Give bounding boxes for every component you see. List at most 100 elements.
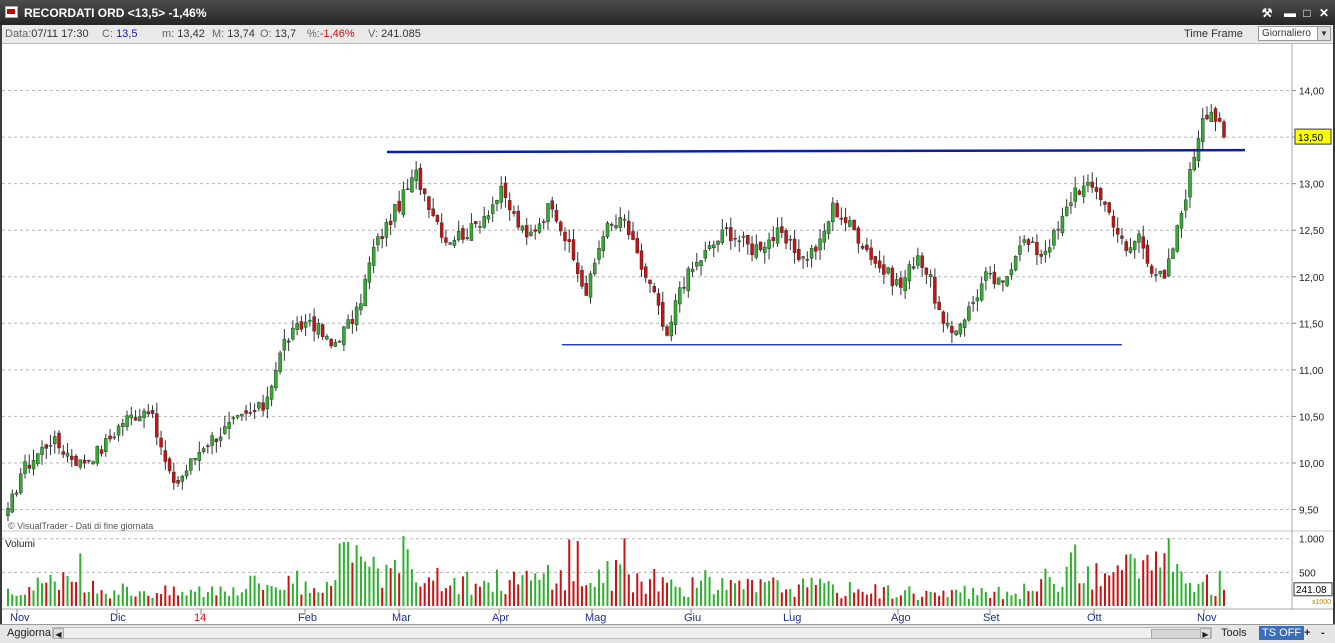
candle-body: [580, 269, 584, 287]
volume-bar: [15, 595, 18, 606]
volume-tick-label: 500: [1299, 568, 1316, 579]
zoom-out-button[interactable]: -: [1318, 626, 1328, 640]
candle-body: [767, 239, 771, 249]
volume-bar: [1159, 567, 1162, 606]
volume-bar: [1069, 552, 1072, 606]
volume-bar: [372, 556, 375, 606]
refresh-button[interactable]: Aggiorna: [4, 626, 54, 640]
volume-bar: [45, 582, 48, 606]
volume-bar: [1218, 570, 1221, 606]
candle-body: [1132, 241, 1137, 250]
title-bar: RECORDATI ORD <13,5> -1,46% ⚒ ▬ □ ✕: [0, 0, 1335, 25]
time-tick-label: 14: [194, 612, 206, 624]
candle-body: [775, 227, 780, 244]
candle-body: [644, 266, 648, 278]
volume-bar: [984, 591, 987, 606]
volume-bar: [848, 582, 851, 606]
candle-body: [546, 203, 550, 223]
volume-bar: [882, 587, 885, 606]
volume-bar: [827, 580, 830, 606]
scroll-right-icon[interactable]: ▶: [1200, 628, 1211, 639]
volume-bar: [980, 588, 983, 606]
volume-bar: [1214, 595, 1217, 606]
volume-bar: [164, 585, 167, 606]
volume-bar: [700, 580, 703, 606]
candle-body: [622, 218, 627, 221]
candle-body: [1128, 247, 1133, 253]
time-tick-label: Dic: [110, 612, 126, 624]
candle-body: [686, 268, 691, 291]
candle-body: [882, 264, 886, 275]
volume-bar: [79, 553, 82, 606]
time-tick-label: Giu: [684, 612, 701, 624]
candle-body: [427, 196, 431, 210]
volume-bar: [1103, 573, 1106, 606]
time-frame-select[interactable]: Giornaliero ▼: [1258, 26, 1331, 41]
scroll-thumb[interactable]: [1151, 629, 1203, 639]
tools-icon[interactable]: ⚒: [1260, 6, 1274, 20]
candle-body: [486, 215, 491, 220]
tools-button[interactable]: Tools: [1218, 626, 1250, 640]
chart-area[interactable]: 14,00 13,50 13,00 12,50 12,00 11,50 11,00 10,50…: [2, 44, 1333, 625]
volume-bar: [338, 543, 341, 606]
volume-bar: [772, 577, 775, 606]
candle-body: [495, 200, 499, 204]
candle-body: [843, 217, 848, 224]
volume-bar: [925, 590, 928, 606]
volume-bar: [878, 598, 881, 606]
price-volume-chart[interactable]: 14,00 13,50 13,00 12,50 12,00 11,50 11,00 10,50…: [2, 44, 1333, 625]
volume-bar: [712, 594, 715, 606]
volume-bar: [1129, 553, 1132, 606]
candle-body: [558, 221, 563, 232]
volume-bar: [342, 542, 345, 606]
scroll-left-icon[interactable]: ◀: [53, 628, 64, 639]
candle-body: [1200, 118, 1205, 143]
zoom-in-button[interactable]: +: [1301, 626, 1313, 640]
volume-bar: [780, 592, 783, 606]
candle-body: [648, 279, 652, 285]
volume-bar: [58, 589, 61, 606]
horizontal-scrollbar[interactable]: ◀ ▶: [52, 627, 1212, 639]
percent-field: %:-1,46%: [307, 28, 355, 40]
candle-body: [673, 300, 678, 325]
volume-bar: [66, 575, 69, 606]
minimize-icon[interactable]: ▬: [1283, 6, 1297, 20]
volume-bar: [538, 579, 541, 606]
volume-bar: [1120, 570, 1123, 606]
volume-bar: [402, 536, 405, 606]
volume-bar: [487, 582, 490, 606]
volume-bar: [576, 540, 579, 606]
candle-body: [924, 267, 929, 275]
volume-bar: [113, 590, 116, 606]
volume-bar: [874, 584, 877, 606]
chevron-down-icon[interactable]: ▼: [1317, 27, 1330, 40]
volume-bar: [53, 581, 56, 606]
volume-bar: [797, 584, 800, 606]
volume-bar: [270, 585, 273, 606]
time-tick-label: Lug: [783, 612, 801, 624]
candle-body: [516, 210, 520, 228]
candle-body: [618, 217, 623, 228]
candle-body: [31, 460, 36, 470]
volume-bar: [444, 588, 447, 606]
volume-bar: [287, 575, 290, 606]
candle-body: [873, 256, 878, 264]
volume-bar: [929, 591, 932, 606]
volume-bar: [381, 587, 384, 606]
candle-body: [108, 435, 112, 440]
close-icon[interactable]: ✕: [1317, 6, 1331, 20]
volume-bar: [1150, 570, 1153, 606]
volume-bar: [619, 564, 622, 606]
volume-bar: [483, 580, 486, 606]
volume-bar: [831, 584, 834, 606]
ts-toggle-button[interactable]: TS OFF: [1259, 626, 1305, 640]
candle-body: [1081, 185, 1086, 197]
volume-bar: [1057, 591, 1060, 606]
candle-body: [886, 267, 890, 274]
volume-bar: [313, 588, 316, 606]
volume-bar: [291, 583, 294, 606]
candle-body: [928, 273, 933, 278]
volume-bar: [385, 564, 388, 606]
maximize-icon[interactable]: □: [1300, 6, 1314, 20]
volume-bar: [168, 595, 171, 606]
